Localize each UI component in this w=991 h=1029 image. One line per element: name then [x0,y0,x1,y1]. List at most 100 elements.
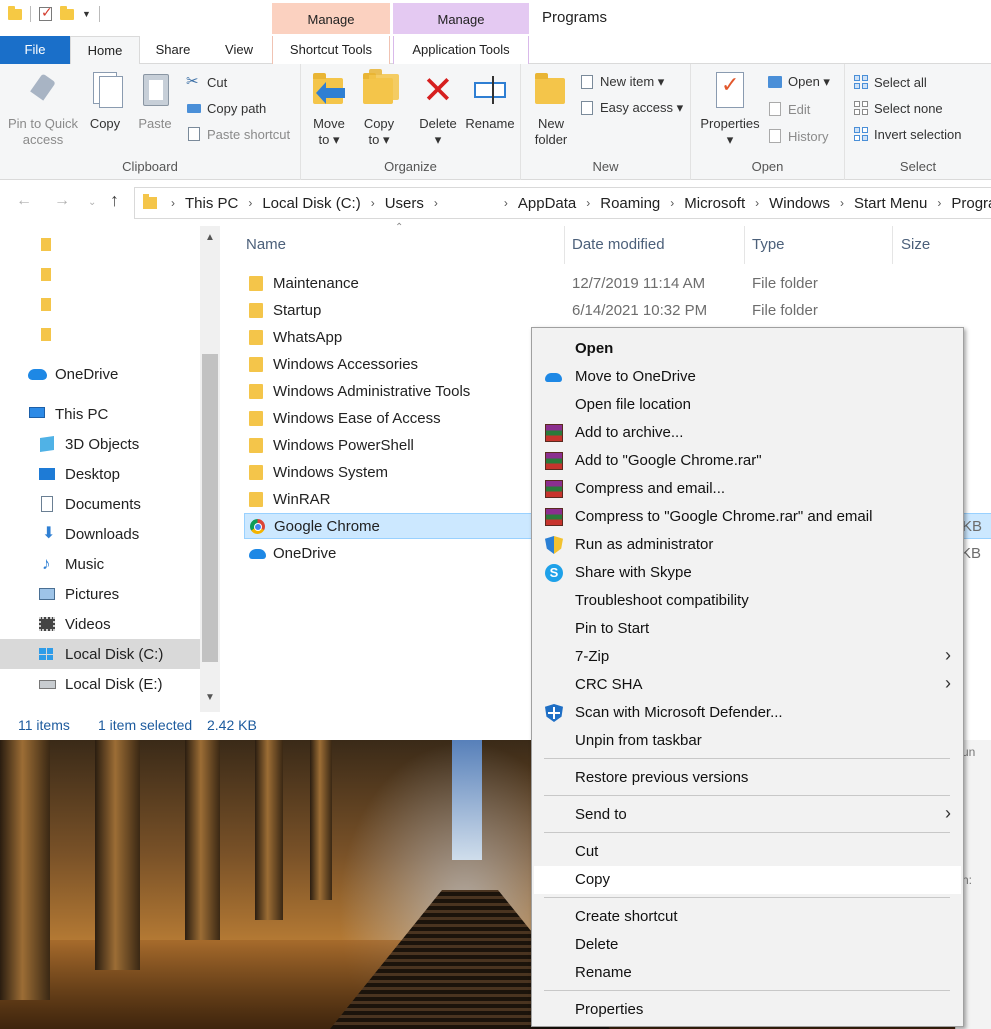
customize-toolbar-dropdown[interactable]: ▼ [82,9,91,19]
scroll-down-icon[interactable]: ▼ [205,692,215,703]
file-row[interactable]: Maintenance 12/7/2019 11:14 AM File fold… [244,271,991,297]
menu-item-compress-to-rar-and-email[interactable]: Compress to "Google Chrome.rar" and emai… [534,503,961,531]
pin-to-quick-access-button[interactable]: Pin to Quick access [4,70,82,148]
breadcrumb-separator[interactable]: › [664,196,680,210]
easy-access-button[interactable]: Easy access ▾ [579,98,683,118]
menu-item-share-with-skype[interactable]: S Share with Skype [534,559,961,587]
breadcrumb-separator[interactable]: › [931,196,947,210]
menu-item-restore-previous-versions[interactable]: Restore previous versions [534,764,961,792]
history-button[interactable]: History [767,126,828,146]
nav-scrollbar[interactable]: ▲ ▼ [200,226,220,712]
move-to-button[interactable]: Move to ▾ [309,70,349,148]
breadcrumb-separator[interactable]: › [498,196,514,210]
column-header-type[interactable]: Type [752,226,785,264]
menu-item-move-to-onedrive[interactable]: Move to OneDrive [534,363,961,391]
menu-item-open[interactable]: Open [534,335,961,363]
breadcrumb-separator[interactable]: › [242,196,258,210]
scroll-up-icon[interactable]: ▲ [205,232,215,243]
menu-item-add-to-rar[interactable]: Add to "Google Chrome.rar" [534,447,961,475]
tab-file[interactable]: File [0,36,70,64]
menu-item-crc-sha[interactable]: CRC SHA › [534,671,961,699]
breadcrumb-separator[interactable]: › [580,196,596,210]
tab-share[interactable]: Share [140,36,206,64]
breadcrumb-start-menu[interactable]: Start Menu [850,195,931,212]
menu-item-cut[interactable]: Cut [534,838,961,866]
rename-button[interactable]: Rename [465,70,515,132]
tab-home[interactable]: Home [70,36,140,65]
select-none-button[interactable]: Select none [853,98,943,118]
column-header-date-modified[interactable]: Date modified [572,226,665,264]
menu-item-properties[interactable]: Properties [534,996,961,1024]
address-bar[interactable]: › This PC › Local Disk (C:) › Users › › … [134,187,991,219]
tab-shortcut-tools[interactable]: Shortcut Tools [272,36,390,64]
column-header-size[interactable]: Size [901,226,930,264]
menu-item-open-file-location[interactable]: Open file location [534,391,961,419]
menu-item-run-as-administrator[interactable]: Run as administrator [534,531,961,559]
properties-button[interactable]: Properties ▾ [697,70,763,148]
breadcrumb-separator[interactable]: › [749,196,765,210]
folder-icon[interactable] [8,5,22,20]
nav-item-folder[interactable] [0,259,200,289]
scroll-thumb[interactable] [202,354,218,662]
column-divider[interactable] [564,226,565,264]
breadcrumb-programs[interactable]: Progra [947,195,991,212]
nav-item-local-disk-c[interactable]: Local Disk (C:) [0,639,200,669]
new-folder-button[interactable]: New folder [531,70,571,148]
menu-item-7-zip[interactable]: 7-Zip › [534,643,961,671]
menu-item-send-to[interactable]: Send to › [534,801,961,829]
nav-item-downloads[interactable]: ⬇ Downloads [0,519,200,549]
menu-item-pin-to-start[interactable]: Pin to Start [534,615,961,643]
nav-item-videos[interactable]: Videos [0,609,200,639]
cut-button[interactable]: ✂ Cut [186,72,227,92]
nav-item-folder[interactable] [0,229,200,259]
breadcrumb-this-pc[interactable]: This PC [181,195,242,212]
nav-item-desktop[interactable]: Desktop [0,459,200,489]
column-header-name[interactable]: Name [246,226,286,264]
file-row[interactable]: Startup 6/14/2021 10:32 PM File folder [244,298,991,324]
delete-button[interactable]: ✕ Delete ▾ [415,70,461,148]
nav-item-folder[interactable] [0,319,200,349]
recent-locations-chevron-icon[interactable]: ⌄ [88,197,96,208]
up-arrow-icon[interactable]: ↑ [110,190,119,211]
properties-icon[interactable] [39,4,53,21]
tab-view[interactable]: View [206,36,272,64]
breadcrumb-separator[interactable]: › [834,196,850,210]
menu-item-delete[interactable]: Delete [534,931,961,959]
menu-item-rename[interactable]: Rename [534,959,961,987]
nav-item-3d-objects[interactable]: 3D Objects [0,429,200,459]
nav-item-documents[interactable]: Documents [0,489,200,519]
paste-button[interactable]: Paste [132,70,178,132]
breadcrumb-separator[interactable]: › [428,196,444,210]
menu-item-create-shortcut[interactable]: Create shortcut [534,903,961,931]
invert-selection-button[interactable]: Invert selection [853,124,961,144]
new-item-button[interactable]: New item ▾ [579,72,664,92]
menu-item-scan-with-defender[interactable]: Scan with Microsoft Defender... [534,699,961,727]
nav-item-local-disk-e[interactable]: Local Disk (E:) [0,669,200,699]
breadcrumb-windows[interactable]: Windows [765,195,834,212]
paste-shortcut-button[interactable]: Paste shortcut [186,124,290,144]
nav-item-folder[interactable] [0,289,200,319]
breadcrumb-appdata[interactable]: AppData [514,195,580,212]
nav-item-onedrive[interactable]: OneDrive [0,359,200,389]
column-divider[interactable] [892,226,893,264]
open-button[interactable]: Open ▾ [767,72,830,92]
menu-item-unpin-from-taskbar[interactable]: Unpin from taskbar [534,727,961,755]
copy-button[interactable]: Copy [84,70,126,132]
back-arrow-icon[interactable]: ← [16,192,32,210]
copy-path-button[interactable]: Copy path [186,98,266,118]
breadcrumb-separator[interactable]: › [165,196,181,210]
menu-item-add-to-archive[interactable]: Add to archive... [534,419,961,447]
breadcrumb-separator[interactable]: › [365,196,381,210]
menu-item-troubleshoot-compatibility[interactable]: Troubleshoot compatibility [534,587,961,615]
nav-item-music[interactable]: ♪ Music [0,549,200,579]
forward-arrow-icon[interactable]: → [54,192,70,210]
menu-item-compress-and-email[interactable]: Compress and email... [534,475,961,503]
nav-item-pictures[interactable]: Pictures [0,579,200,609]
edit-button[interactable]: Edit [767,99,810,119]
breadcrumb-local-disk-c[interactable]: Local Disk (C:) [258,195,364,212]
breadcrumb-users[interactable]: Users [381,195,428,212]
nav-item-this-pc[interactable]: This PC [0,399,200,429]
breadcrumb-roaming[interactable]: Roaming [596,195,664,212]
menu-item-copy[interactable]: Copy [534,866,961,894]
copy-to-button[interactable]: Copy to ▾ [359,69,399,148]
